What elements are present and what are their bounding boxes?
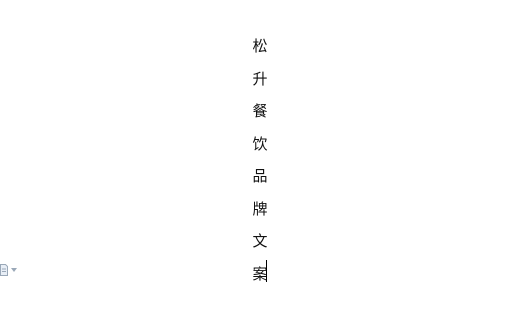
text-char[interactable]: 松 bbox=[249, 33, 271, 66]
text-cursor bbox=[266, 260, 267, 282]
document-page[interactable]: 松 升 餐 饮 品 牌 文 案 bbox=[0, 0, 520, 314]
document-icon bbox=[0, 264, 8, 276]
text-char[interactable]: 品 bbox=[249, 163, 271, 196]
chevron-down-icon bbox=[11, 268, 17, 272]
paste-options-button[interactable] bbox=[0, 262, 17, 278]
text-char[interactable]: 案 bbox=[249, 261, 271, 294]
text-char[interactable]: 餐 bbox=[249, 98, 271, 131]
text-char[interactable]: 文 bbox=[249, 228, 271, 261]
text-char[interactable]: 升 bbox=[249, 66, 271, 99]
text-char[interactable]: 饮 bbox=[249, 131, 271, 164]
text-char[interactable]: 牌 bbox=[249, 196, 271, 229]
vertical-text-column[interactable]: 松 升 餐 饮 品 牌 文 案 bbox=[249, 33, 271, 293]
